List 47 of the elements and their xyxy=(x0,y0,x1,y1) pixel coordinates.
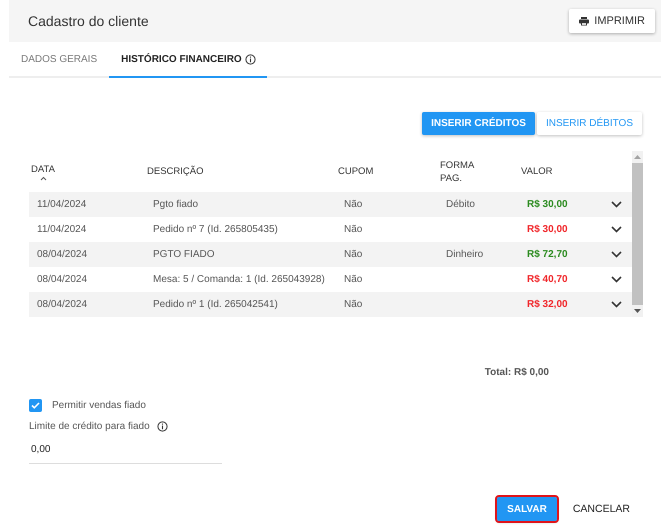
amount-cell: R$ 40,70 xyxy=(527,274,568,285)
description-cell: Pedido nº 7 (Id. 265805435) xyxy=(153,224,278,235)
column-header[interactable]: DATA xyxy=(31,162,147,176)
tab[interactable]: DADOS GERAIS xyxy=(9,42,110,78)
amount-cell: R$ 72,70 xyxy=(527,249,568,260)
date-cell: 08/04/2024 xyxy=(37,249,88,260)
dialog-title: Cadastro do cliente xyxy=(28,13,149,29)
description-cell: Pgto fiado xyxy=(153,199,198,210)
coupon-cell: Não xyxy=(344,199,362,210)
date-cell: 11/04/2024 xyxy=(37,224,86,235)
chevron-down-icon[interactable] xyxy=(611,301,622,308)
scrollbar-thumb[interactable] xyxy=(632,163,643,305)
printer-icon xyxy=(579,16,590,26)
column-header: DESCRIÇÃO xyxy=(147,165,204,178)
tab[interactable]: HISTÓRICO FINANCEIRO xyxy=(109,42,267,78)
total-label: Total: R$ 0,00 xyxy=(484,367,549,378)
payment-method-cell: Dinheiro xyxy=(446,249,484,260)
checkbox-label: Permitir vendas fiado xyxy=(52,400,146,411)
info-icon xyxy=(156,421,168,432)
info-icon xyxy=(244,54,256,64)
field-label: Limite de crédito para fiado xyxy=(29,421,150,432)
description-cell: Mesa: 5 / Comanda: 1 (Id. 265043928) xyxy=(153,274,325,285)
payment-method-cell: Débito xyxy=(446,199,475,210)
date-cell: 08/04/2024 xyxy=(37,274,88,285)
coupon-cell: Não xyxy=(344,274,362,285)
print-button[interactable]: IMPRIMIR xyxy=(569,9,655,33)
description-cell: Pedido nº 1 (Id. 265042541) xyxy=(153,299,278,310)
description-cell: PGTO FIADO xyxy=(153,249,214,260)
sort-up-icon[interactable] xyxy=(40,176,47,180)
chevron-down-icon[interactable] xyxy=(611,251,622,258)
column-header: VALOR xyxy=(521,165,554,178)
coupon-cell: Não xyxy=(344,224,362,235)
date-cell: 11/04/2024 xyxy=(37,199,86,210)
amount-cell: R$ 32,00 xyxy=(527,299,568,310)
coupon-cell: Não xyxy=(344,249,362,260)
scroll-down-icon[interactable] xyxy=(634,309,641,314)
amount-cell: R$ 30,00 xyxy=(527,199,568,210)
column-header: FORMA PAG. xyxy=(440,158,476,184)
checkbox[interactable] xyxy=(29,399,42,412)
column-header: CUPOM xyxy=(338,165,374,178)
chevron-down-icon[interactable] xyxy=(611,276,622,283)
cancel-button[interactable]: CANCELAR xyxy=(572,497,640,521)
amount-cell: R$ 30,00 xyxy=(527,224,568,235)
chevron-down-icon[interactable] xyxy=(611,226,622,233)
chevron-down-icon[interactable] xyxy=(611,201,622,208)
date-cell: 08/04/2024 xyxy=(37,299,88,310)
coupon-cell: Não xyxy=(344,299,362,310)
